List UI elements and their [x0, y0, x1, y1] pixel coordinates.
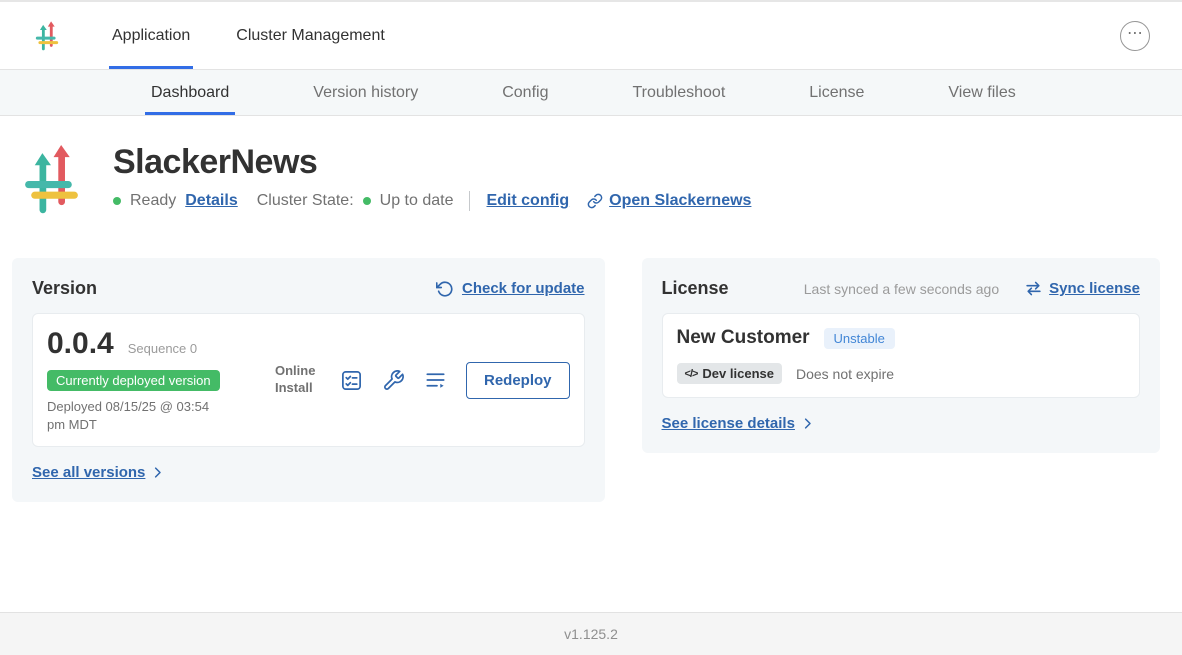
license-card-title: License	[662, 278, 729, 299]
open-app-link[interactable]: Open Slackernews	[609, 192, 751, 210]
app-subnav: Dashboard Version history Config Trouble…	[0, 70, 1182, 116]
subnav-version-history-label: Version history	[313, 84, 418, 102]
version-card-header: Version Check for update	[32, 278, 585, 299]
app-logo-icon	[35, 21, 59, 51]
chevron-right-icon	[800, 416, 815, 431]
dashboard-main: SlackerNews Ready Details Cluster State:…	[0, 116, 1182, 502]
app-footer: v1.125.2	[0, 612, 1182, 655]
overflow-menu-button[interactable]: ⋯	[1120, 21, 1150, 51]
top-navbar: Application Cluster Management ⋯	[0, 0, 1182, 70]
subnav-dashboard-label: Dashboard	[151, 84, 229, 102]
cluster-state-label: Cluster State:	[257, 192, 354, 210]
subnav-troubleshoot-label: Troubleshoot	[632, 84, 725, 102]
tab-application[interactable]: Application	[109, 2, 193, 69]
details-link[interactable]: Details	[185, 192, 237, 210]
subnav-item-dashboard[interactable]: Dashboard	[145, 70, 235, 115]
sync-license-group: Sync license	[1025, 280, 1140, 297]
last-synced-text: Last synced a few seconds ago	[804, 281, 999, 297]
sync-arrows-icon	[1025, 280, 1042, 297]
app-status-dot	[113, 197, 121, 205]
subnav-item-config[interactable]: Config	[496, 70, 554, 115]
check-for-update-link[interactable]: Check for update	[462, 280, 585, 297]
console-version: v1.125.2	[564, 626, 618, 642]
check-update-group: Check for update	[436, 280, 585, 298]
see-license-details-label: See license details	[662, 415, 795, 432]
link-chain-icon	[587, 193, 603, 209]
version-meta: 0.0.4 Sequence 0 Currently deployed vers…	[47, 327, 275, 433]
license-expiration: Does not expire	[796, 366, 894, 382]
subnav-view-files-label: View files	[948, 84, 1015, 102]
edit-config-link[interactable]: Edit config	[486, 192, 569, 210]
divider	[469, 191, 470, 211]
license-customer-row: New Customer Unstable	[677, 327, 1125, 349]
config-wrench-icon[interactable]	[382, 369, 405, 392]
channel-badge: Unstable	[824, 328, 895, 349]
subnav-item-troubleshoot[interactable]: Troubleshoot	[626, 70, 731, 115]
license-panel: New Customer Unstable </> Dev license Do…	[662, 313, 1140, 398]
code-icon: </>	[685, 368, 698, 380]
license-type-row: </> Dev license Does not expire	[677, 363, 1125, 384]
open-app-group: Open Slackernews	[587, 192, 751, 210]
preflight-checks-icon[interactable]	[340, 369, 363, 392]
subnav-license-label: License	[809, 84, 864, 102]
see-all-versions-link[interactable]: See all versions	[32, 464, 165, 481]
app-status-text: Ready	[130, 192, 176, 210]
subnav-config-label: Config	[502, 84, 548, 102]
deployed-badge: Currently deployed version	[47, 370, 220, 391]
license-card-header: License Last synced a few seconds ago Sy…	[662, 278, 1140, 299]
see-all-versions-label: See all versions	[32, 464, 145, 481]
subnav-item-view-files[interactable]: View files	[942, 70, 1021, 115]
ellipsis-icon: ⋯	[1127, 26, 1143, 42]
version-actions: Online Install	[275, 362, 570, 399]
dashboard-cards: Version Check for update 0.0.4 Sequ	[12, 258, 1160, 502]
app-icon	[23, 144, 80, 215]
subnav-item-version-history[interactable]: Version history	[307, 70, 424, 115]
see-license-details-link[interactable]: See license details	[662, 415, 815, 432]
page-title: SlackerNews	[113, 144, 751, 181]
app-header: SlackerNews Ready Details Cluster State:…	[23, 144, 1160, 215]
version-number: 0.0.4	[47, 327, 114, 361]
tab-cluster-management-label: Cluster Management	[236, 27, 385, 45]
cluster-state-dot	[363, 197, 371, 205]
primary-tabs: Application Cluster Management	[109, 2, 428, 69]
subnav-item-license[interactable]: License	[803, 70, 870, 115]
current-version-panel: 0.0.4 Sequence 0 Currently deployed vers…	[32, 313, 585, 447]
deploy-logs-icon[interactable]	[424, 369, 447, 392]
redeploy-button[interactable]: Redeploy	[466, 362, 570, 399]
cluster-state-value: Up to date	[380, 192, 454, 210]
sync-license-link[interactable]: Sync license	[1049, 280, 1140, 297]
deployed-timestamp: Deployed 08/15/25 @ 03:54 pm MDT	[47, 398, 225, 433]
version-card-title: Version	[32, 278, 97, 299]
license-type-label: Dev license	[702, 366, 774, 381]
install-type-label: Online Install	[275, 363, 321, 397]
tab-application-label: Application	[112, 27, 190, 45]
tab-cluster-management[interactable]: Cluster Management	[233, 2, 388, 69]
version-card: Version Check for update 0.0.4 Sequ	[12, 258, 605, 502]
customer-name: New Customer	[677, 327, 810, 349]
app-status-row: Ready Details Cluster State: Up to date …	[113, 191, 751, 211]
refresh-icon	[436, 280, 454, 298]
license-type-badge: </> Dev license	[677, 363, 782, 384]
version-sequence: Sequence 0	[128, 341, 197, 356]
license-card: License Last synced a few seconds ago Sy…	[642, 258, 1160, 453]
chevron-right-icon	[150, 465, 165, 480]
